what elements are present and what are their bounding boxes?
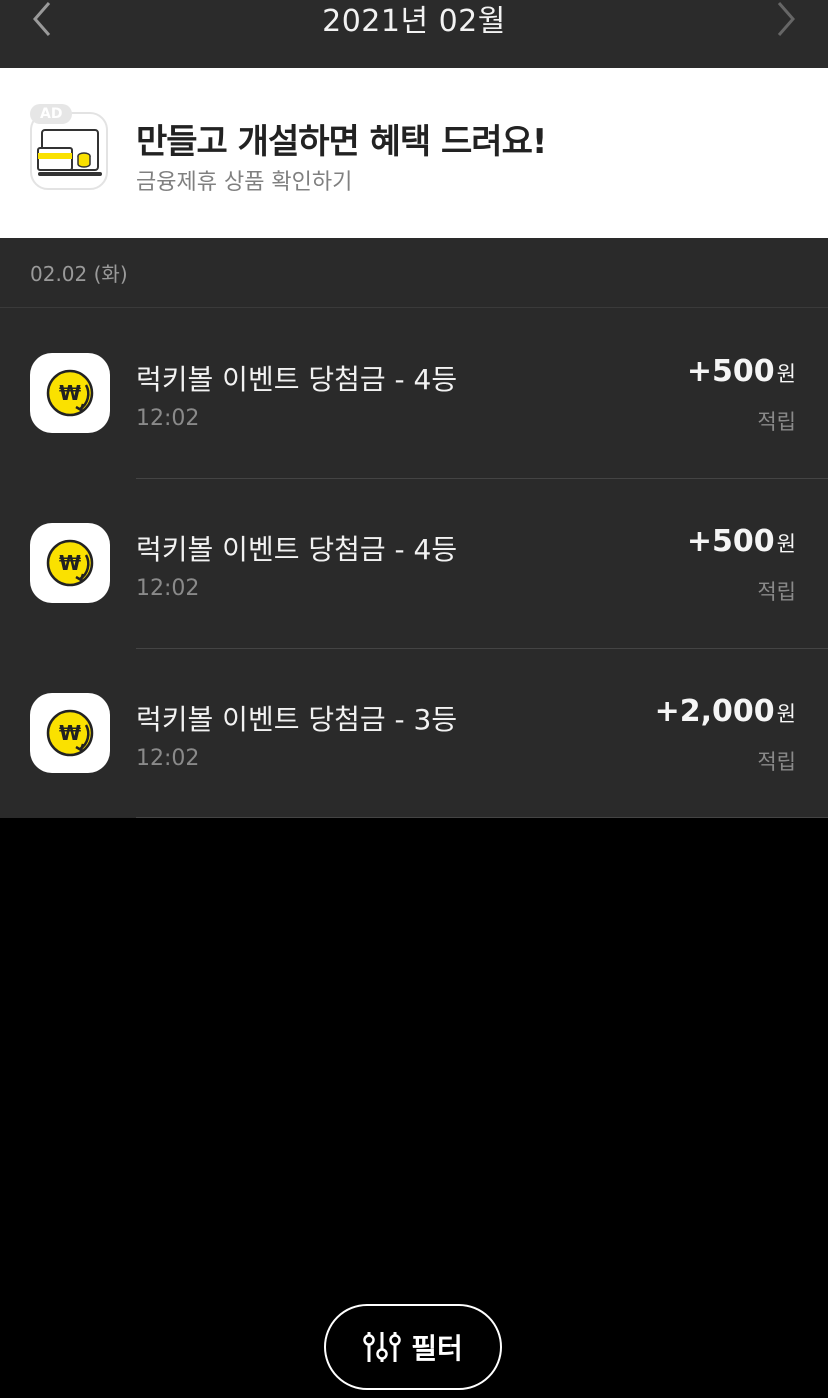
transaction-item[interactable]: ₩ 럭키볼 이벤트 당첨금 - 4등 12:02 +500원 적립: [0, 478, 828, 648]
prev-month-button[interactable]: [22, 0, 62, 44]
svg-text:₩: ₩: [59, 551, 81, 575]
transaction-title: 럭키볼 이벤트 당첨금 - 4등: [136, 363, 458, 396]
card-coin-icon: [37, 129, 102, 176]
transaction-time: 12:02: [136, 746, 200, 771]
transaction-list: 02.02 (화) ₩ 럭키볼 이벤트 당첨금 - 4등 12:02 +500원…: [0, 238, 828, 818]
won-refresh-icon: ₩: [30, 353, 110, 433]
transaction-title: 럭키볼 이벤트 당첨금 - 4등: [136, 533, 458, 566]
chevron-right-icon: [777, 2, 795, 36]
won-refresh-icon: ₩: [30, 523, 110, 603]
amount-unit: 원: [776, 532, 796, 556]
sliders-icon: [363, 1332, 401, 1362]
month-header: 2021년 02월: [0, 0, 828, 68]
transaction-type: 적립: [757, 410, 796, 434]
list-divider: [136, 817, 828, 818]
won-refresh-icon: ₩: [30, 693, 110, 773]
svg-text:₩: ₩: [59, 721, 81, 745]
transaction-amount: +500원: [687, 524, 796, 559]
transaction-amount: +2,000원: [655, 694, 796, 729]
transaction-time: 12:02: [136, 576, 200, 601]
transaction-item[interactable]: ₩ 럭키볼 이벤트 당첨금 - 3등 12:02 +2,000원 적립: [0, 648, 828, 818]
transaction-amount: +500원: [687, 354, 796, 389]
ad-subtitle: 금융제휴 상품 확인하기: [136, 170, 353, 195]
amount-unit: 원: [776, 362, 796, 386]
month-title: 2021년 02월: [322, 4, 506, 39]
filter-button[interactable]: 필터: [324, 1304, 502, 1390]
amount-value: +500: [686, 524, 775, 559]
transaction-type: 적립: [757, 750, 796, 774]
transaction-time: 12:02: [136, 406, 200, 431]
transaction-item[interactable]: ₩ 럭키볼 이벤트 당첨금 - 4등 12:02 +500원 적립: [0, 308, 828, 478]
amount-value: +2,000: [654, 694, 775, 729]
filter-label: 필터: [411, 1332, 463, 1365]
ad-badge: AD: [30, 104, 73, 124]
date-header: 02.02 (화): [0, 238, 828, 308]
transaction-type: 적립: [757, 580, 796, 604]
amount-value: +500: [686, 354, 775, 389]
transaction-title: 럭키볼 이벤트 당첨금 - 3등: [136, 703, 458, 736]
amount-unit: 원: [776, 702, 796, 726]
ad-title: 만들고 개설하면 혜택 드려요!: [136, 122, 547, 162]
svg-text:₩: ₩: [59, 381, 81, 405]
ad-banner[interactable]: AD 만들고 개설하면 혜택 드려요! 금융제휴 상품 확인하기: [0, 68, 828, 238]
chevron-left-icon: [33, 2, 51, 36]
next-month-button[interactable]: [766, 0, 806, 44]
